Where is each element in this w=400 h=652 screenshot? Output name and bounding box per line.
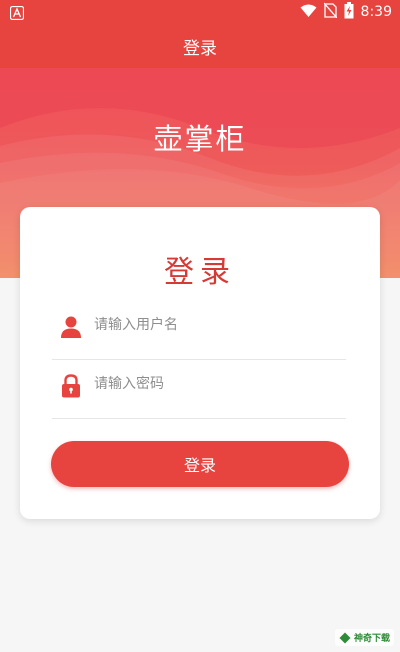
- watermark-logo-icon: [339, 632, 351, 643]
- status-bar: 8:39: [0, 0, 400, 24]
- watermark-text: 神奇下载: [353, 634, 390, 644]
- password-input[interactable]: [92, 370, 346, 398]
- app-bar: 登录: [0, 24, 400, 68]
- username-field: [52, 303, 346, 360]
- login-card: 登录 登录: [20, 207, 380, 519]
- page-title: 登录: [183, 38, 217, 59]
- login-heading: 登录: [164, 255, 236, 290]
- user-icon: [60, 315, 82, 339]
- login-button[interactable]: 登录: [51, 441, 349, 487]
- username-input[interactable]: [92, 311, 346, 339]
- battery-charging-icon: [344, 1, 354, 23]
- app-name: 壶掌柜: [153, 122, 247, 156]
- app-notification-icon: [9, 5, 25, 21]
- watermark: 神奇下载: [334, 629, 394, 646]
- wifi-icon: [300, 3, 317, 22]
- status-time: 8:39: [360, 4, 392, 20]
- password-field: [52, 362, 346, 419]
- no-sim-icon: [323, 2, 338, 22]
- lock-icon: [60, 374, 82, 398]
